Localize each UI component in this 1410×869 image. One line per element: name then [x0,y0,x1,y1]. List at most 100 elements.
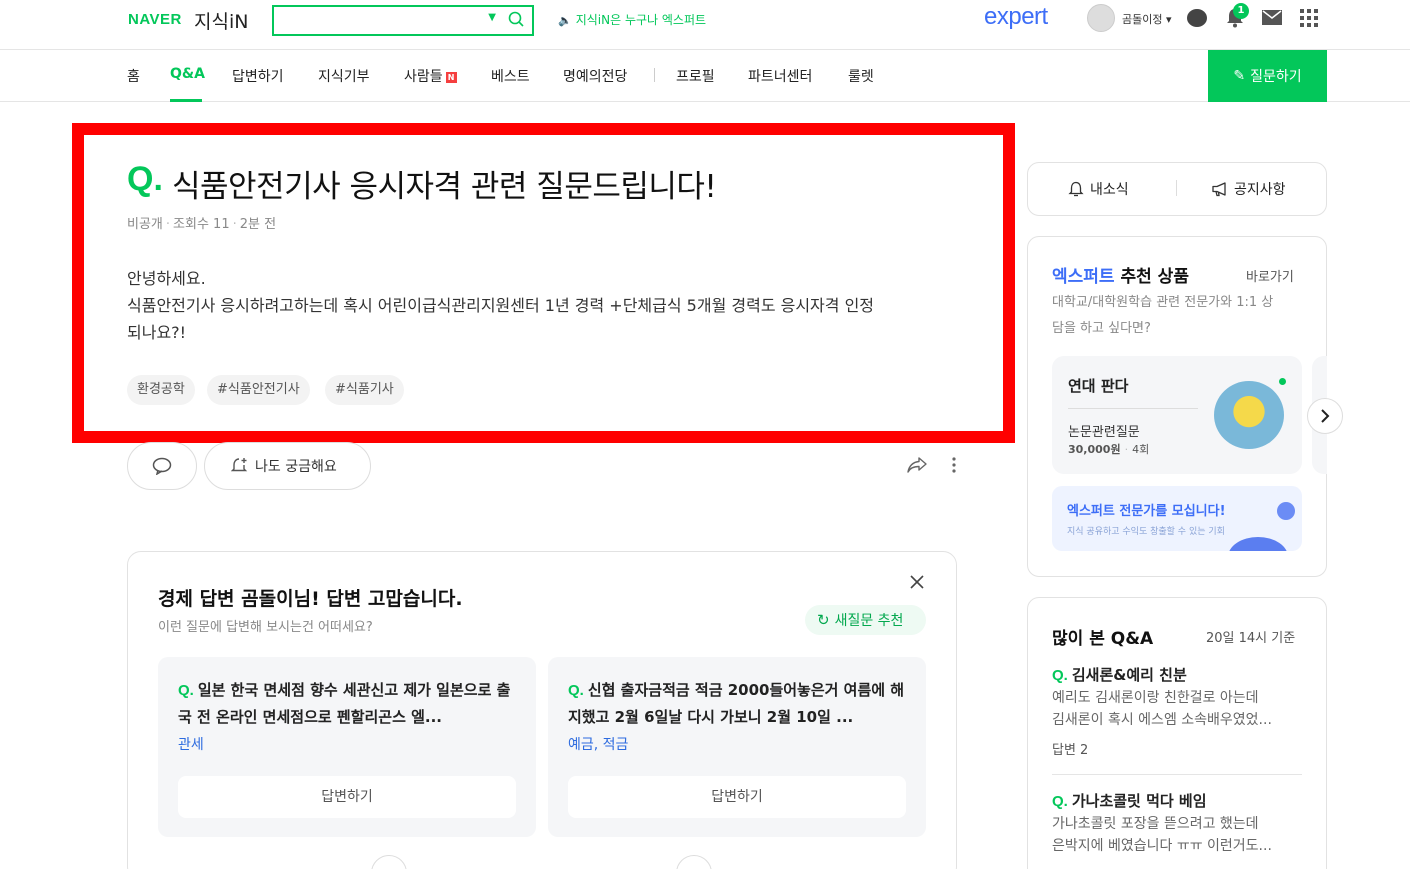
speaker-icon: 🔈 [558,14,572,27]
user-name: 곰돌이정 [1122,13,1163,26]
bell-outline-icon [1068,181,1084,197]
nav-roulette[interactable]: 룰렛 [848,66,874,86]
answer-button[interactable]: 답변하기 [568,776,906,818]
question-tag[interactable]: #식품기사 [325,375,404,405]
my-news-label: 내소식 [1090,182,1129,198]
main-nav: 홈 Q&A 답변하기 지식기부 사람들 N 베스트 명예의전당 프로필 파트너센터… [0,50,1410,102]
recommend-card[interactable]: Q. 신협 출자금적금 적금 2000들어놓은거 여름에 해지했고 2월 6일날 … [548,657,926,837]
new-badge: N [445,72,457,83]
divider [1068,408,1198,409]
new-question-recommend-button[interactable]: ↻ 새질문 추천 [805,605,926,635]
popular-question-text: 가나초콜릿 먹다 베임 [1071,792,1207,810]
expert-recruit-subtitle: 지식 공유하고 수익도 창출할 수 있는 기회 [1067,527,1225,537]
me-too-curious-button[interactable]: 나도 궁금해요 [204,442,371,490]
answer-button[interactable]: 답변하기 [178,776,516,818]
ask-question-button[interactable]: ✎ 질문하기 [1208,50,1327,102]
new-question-recommend-label: 새질문 추천 [834,613,904,629]
share-icon[interactable] [907,456,927,474]
more-options-icon[interactable] [952,457,956,473]
popular-question-body-line: 예리도 김새론이랑 친한걸로 아는데 [1052,690,1259,706]
header-notice-link[interactable]: 🔈 지식iN은 누구나 엑스퍼트 [558,11,706,28]
nav-home[interactable]: 홈 [127,66,140,86]
search-icon[interactable] [508,11,524,27]
search-input[interactable] [280,11,480,31]
nav-hall-of-fame[interactable]: 명예의전당 [563,66,627,86]
question-body-line: 식품안전기사 응시하려고하는데 혹시 어린이급식관리지원센터 1년 경력 +단체… [127,296,875,315]
divider [1176,180,1177,196]
expert-logo[interactable]: expert [984,3,1048,31]
bell-plus-icon [231,458,248,472]
nav-answer[interactable]: 답변하기 [232,66,284,86]
nav-qna[interactable]: Q&A [170,66,205,82]
question-time: 2분 전 [239,217,277,232]
talk-icon[interactable] [1187,9,1207,27]
question-tag[interactable]: #식품안전기사 [207,375,310,405]
search-dropdown-caret-icon[interactable]: ▼ [488,12,496,23]
recommend-card[interactable]: Q. 일본 한국 면세점 향수 세관신고 제가 일본으로 출국 전 온라인 면세점… [158,657,536,837]
user-avatar[interactable] [1087,4,1115,32]
popular-question-body-line: 가나초콜릿 포장을 뜯으려고 했는데 [1052,816,1259,832]
recommend-card-question[interactable]: Q. 일본 한국 면세점 향수 세관신고 제가 일본으로 출국 전 온라인 면세점… [178,677,518,731]
comment-button[interactable] [127,442,197,490]
nav-donation[interactable]: 지식기부 [318,66,370,86]
question-mark-label: Q. [1052,667,1068,684]
apps-grid-icon[interactable] [1300,9,1318,27]
question-tag[interactable]: 환경공학 [127,375,195,405]
notification-count-badge: 1 [1233,3,1249,19]
expert-title-highlight: 엑스퍼트 [1052,267,1115,287]
ask-question-label: 질문하기 [1250,69,1302,85]
expert-price: 30,000원 · 4회 [1068,443,1150,456]
popular-question-body[interactable]: 예리도 김새론이랑 친한걸로 아는데 김새론이 혹시 에스엠 소속배우였었... [1052,687,1302,731]
popular-question-body-line: 김새론이 혹시 에스엠 소속배우였었... [1052,712,1272,728]
recommend-card-category[interactable]: 관세 [178,734,204,754]
search-box: ▼ [272,5,534,36]
recommend-card-category[interactable]: 예금, 적금 [568,734,628,754]
popular-qna-time: 20일 14시 기준 [1206,631,1296,646]
popular-question-body[interactable]: 가나초콜릿 포장을 뜯으려고 했는데 은박지에 베였습니다 ㅠㅠ 이런거도... [1052,813,1302,857]
expert-price-value: 30,000원 [1068,443,1121,456]
expert-goto-link[interactable]: 바로가기 [1246,266,1294,285]
expert-recommend-title: 엑스퍼트 추천 상품 [1052,262,1189,287]
nav-divider [654,68,655,82]
notice-link[interactable]: 공지사항 [1211,179,1286,199]
question-mark-label: Q. [568,682,584,699]
megaphone-icon [1212,182,1226,197]
popular-question-text: 김새론&예리 친분 [1071,666,1187,684]
popular-question[interactable]: Q. 가나초콜릿 먹다 베임 [1052,790,1207,811]
question-title: 식품안전기사 응시자격 관련 질문드립니다! [172,169,717,205]
close-icon[interactable] [909,574,925,590]
popular-question[interactable]: Q. 김새론&예리 친분 [1052,664,1187,685]
expert-next-button[interactable] [1307,398,1343,434]
my-news-link[interactable]: 내소식 [1068,179,1129,199]
question-body: 안녕하세요. 식품안전기사 응시하려고하는데 혹시 어린이급식관리지원센터 1년… [127,265,967,346]
expert-count: 4회 [1132,443,1150,456]
question-mark-label: Q. [127,160,163,198]
expert-description-line: 담을 하고 싶다면? [1052,321,1151,336]
recommend-card-question[interactable]: Q. 신협 출자금적금 적금 2000들어놓은거 여름에 해지했고 2월 6일날 … [568,677,908,731]
notice-label: 공지사항 [1234,182,1286,198]
expert-description: 대학교/대학원학습 관련 전문가와 1:1 상 담을 하고 싶다면? [1052,290,1306,342]
nav-partner-center[interactable]: 파트너센터 [748,66,812,86]
expert-profile-photo [1214,381,1284,449]
question-mark-label: Q. [178,682,194,699]
popular-answer-count: 답변 2 [1052,743,1089,758]
question-body-line: 되나요?! [127,323,187,342]
decorative-ball-icon [1277,502,1295,520]
question-views: 조회수 11 [173,217,230,232]
online-status-dot [1279,378,1286,385]
nav-best[interactable]: 베스트 [491,66,530,86]
expert-name: 연대 판다 [1068,377,1129,395]
jisik-in-logo[interactable]: 지식iN [194,7,248,34]
recommend-subtitle: 이런 질문에 답변해 보시는건 어떠세요? [158,620,373,635]
comment-icon [152,457,172,475]
expert-title-rest: 추천 상품 [1114,267,1189,287]
naver-logo[interactable]: NAVER [128,11,182,28]
popular-qna-title: 많이 본 Q&A [1052,629,1154,649]
question-body-line: 안녕하세요. [127,269,206,288]
nav-people[interactable]: 사람들 N [404,66,457,86]
user-name-menu[interactable]: 곰돌이정 ▾ [1122,11,1172,27]
expert-product-name: 논문관련질문 [1068,425,1140,440]
nav-profile[interactable]: 프로필 [676,66,715,86]
refresh-icon: ↻ [817,611,830,629]
mail-icon[interactable] [1262,10,1282,25]
